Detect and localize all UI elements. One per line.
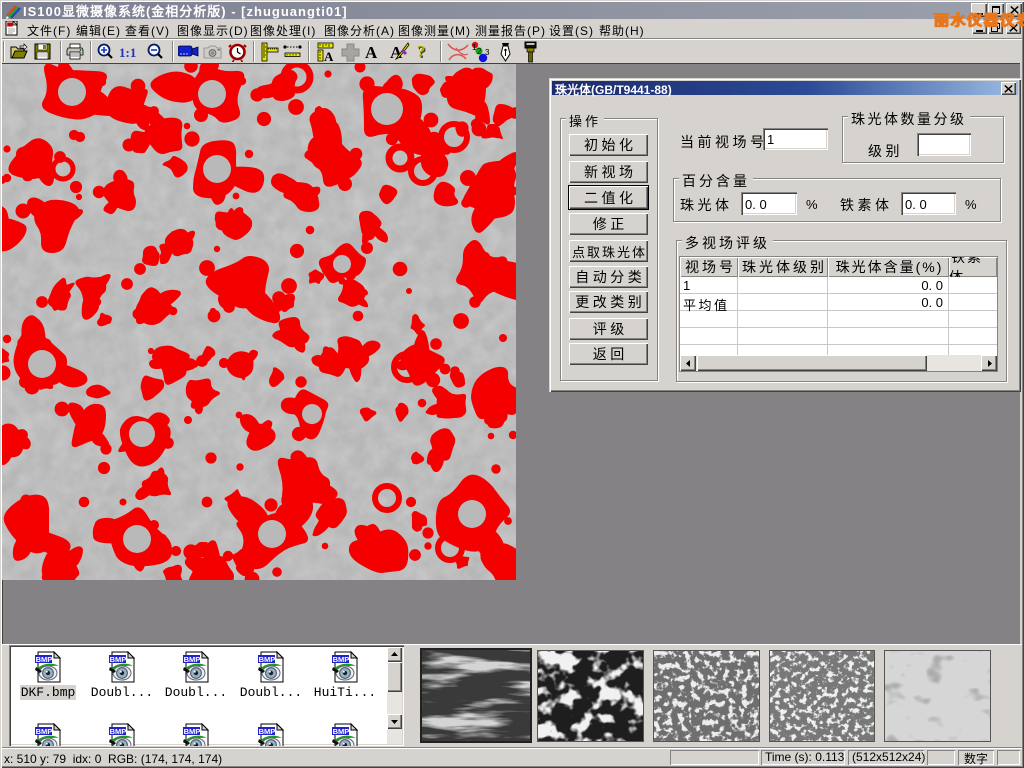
svg-text:2: 2 xyxy=(477,47,482,56)
svg-text:BMP: BMP xyxy=(333,655,350,664)
svg-text:BMP: BMP xyxy=(36,655,53,664)
svg-text:A: A xyxy=(324,49,334,62)
svg-text:BMP: BMP xyxy=(259,727,276,736)
svg-text:BMP: BMP xyxy=(184,727,201,736)
svg-text:BMP: BMP xyxy=(184,655,201,664)
svg-text:BMP: BMP xyxy=(110,655,127,664)
svg-text:BMP: BMP xyxy=(259,655,276,664)
svg-text:BMP: BMP xyxy=(36,727,53,736)
svg-text:BMP: BMP xyxy=(110,727,127,736)
svg-text:3: 3 xyxy=(485,48,490,57)
svg-text:BMP: BMP xyxy=(333,727,350,736)
